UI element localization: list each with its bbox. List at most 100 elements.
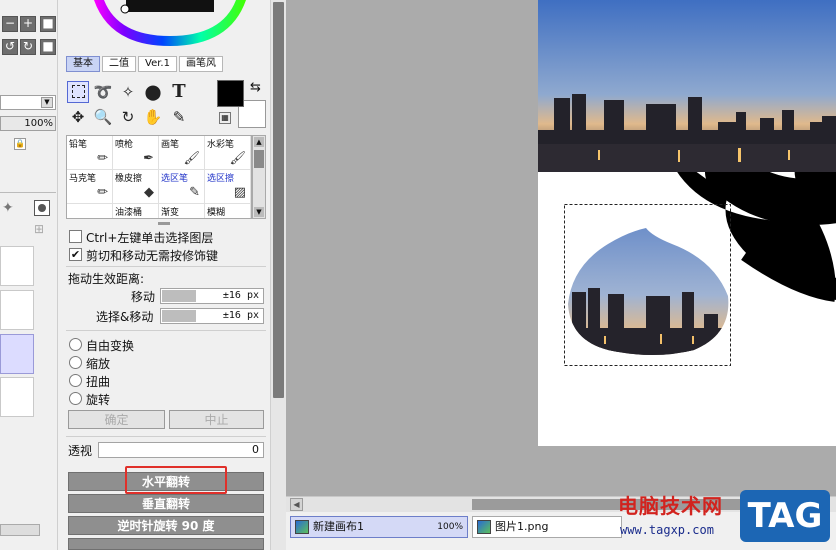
text-icon[interactable]: T [168, 81, 190, 103]
canvas-area[interactable] [286, 0, 836, 496]
tool-panel-scrollbar[interactable] [270, 0, 286, 550]
doc-tab-canvas1[interactable]: 新建画布1 100% [290, 516, 468, 538]
color-picker-icon[interactable]: ✎ [168, 106, 190, 128]
scale-radio[interactable] [69, 356, 82, 369]
layer-thumbnail[interactable] [0, 290, 34, 330]
layer-mask-icon[interactable] [34, 200, 50, 216]
brush-cell[interactable]: 橡皮擦 ◆ [113, 170, 159, 204]
zoom-icon[interactable]: 🔍 [92, 106, 114, 128]
watermark-url: www.tagxp.com [620, 523, 714, 537]
brush-scroll-grip[interactable] [254, 150, 264, 168]
rect-select-icon[interactable] [67, 81, 89, 103]
perspective-field[interactable]: 0 [98, 442, 264, 458]
lock-icon[interactable]: 🔒 [14, 138, 26, 150]
layer-scrollbar[interactable] [0, 524, 40, 536]
airbrush-icon: ✒ [143, 151, 154, 166]
rotate-icon[interactable]: ↻ [117, 106, 139, 128]
tool-tabs: 基本 二值 Ver.1 画笔风 [66, 56, 223, 72]
transparent-color-icon[interactable]: ▦ [219, 112, 231, 124]
free-transform-radio[interactable] [69, 338, 82, 351]
brush-cell[interactable]: 选区擦 ▨ [205, 170, 251, 204]
hand-icon[interactable]: ✋ [142, 106, 164, 128]
flip-vertical-button[interactable]: 垂直翻转 [68, 494, 264, 513]
ctrl-click-checkbox[interactable] [69, 230, 82, 243]
slider-fill [162, 290, 196, 302]
scroll-grip[interactable] [273, 2, 284, 398]
watermark-logo: TAG [740, 490, 830, 542]
watermark: 电脑技术网 www.tagxp.com TAG [610, 488, 836, 550]
swap-colors-icon[interactable]: ⇆ [250, 80, 261, 95]
divider [66, 436, 266, 437]
image-icon [477, 520, 491, 534]
brush-cell[interactable]: 水彩笔 🖌 [205, 136, 251, 170]
brush-label: 油漆桶 [115, 208, 143, 218]
tab-binary[interactable]: 二值 [102, 56, 136, 72]
plus-icon[interactable]: + [20, 16, 36, 32]
marker-icon: ✏ [97, 185, 108, 200]
resize-grip[interactable] [158, 222, 170, 225]
selection-pen-icon: ✎ [189, 185, 200, 200]
brush-label: 橡皮擦 [115, 174, 143, 184]
doc-tab-zoom: 100% [437, 522, 463, 532]
reset-icon[interactable]: ■ [40, 39, 56, 55]
primary-color-swatch[interactable] [217, 80, 244, 107]
tab-ver1[interactable]: Ver.1 [138, 56, 177, 72]
layer-thumbnail-selected[interactable] [0, 334, 34, 374]
chevron-down-icon: ▼ [41, 97, 53, 108]
move-distance-label: 移动 [131, 290, 156, 304]
more-transform-button[interactable] [68, 538, 264, 550]
brush-cell[interactable]: 画笔 🖌 [159, 136, 205, 170]
scale-label: 缩放 [86, 357, 111, 371]
brush-cell[interactable]: 选区笔 ✎ [159, 170, 205, 204]
cut-move-checkbox[interactable]: ✔ [69, 248, 82, 261]
chevron-down-icon: ▼ [254, 207, 264, 217]
magic-wand-icon[interactable]: ✧ [117, 81, 139, 103]
select-move-distance-label: 选择&移动 [96, 310, 154, 324]
brush-cell[interactable]: 马克笔 ✏ [67, 170, 113, 204]
tab-brush-style[interactable]: 画笔风 [178, 56, 223, 72]
confirm-button[interactable]: 确定 [68, 410, 165, 429]
square-icon[interactable]: ■ [40, 16, 56, 32]
distort-radio[interactable] [69, 374, 82, 387]
move-icon[interactable]: ✥ [67, 106, 89, 128]
move-distance-value: ±16 px [222, 290, 259, 301]
free-transform-label: 自由变换 [86, 339, 135, 353]
layer-panel: − + ■ ↺ ↻ ■ ▼ 100% 🔒 ✦ ⊞ [0, 0, 58, 550]
watercolor-icon: 🖌 [229, 151, 246, 166]
rotate-right-icon[interactable]: ↻ [20, 39, 36, 55]
brush-label: 选区笔 [161, 174, 189, 184]
brush-cell[interactable] [67, 204, 113, 218]
move-distance-slider[interactable]: ±16 px [160, 288, 264, 304]
brush-cell[interactable]: 渐变 [159, 204, 205, 218]
lasso-icon[interactable]: ➰ [92, 81, 114, 103]
layer-fx-icon[interactable]: ✦ [2, 200, 14, 216]
select-move-distance-value: ±16 px [222, 310, 259, 321]
brush-cell[interactable]: 模糊 [205, 204, 251, 218]
brush-cell[interactable]: 油漆桶 [113, 204, 159, 218]
chevron-left-icon[interactable]: ◀ [290, 498, 303, 511]
rotate-left-icon[interactable]: ↺ [2, 39, 18, 55]
doc-tab-picture1[interactable]: 图片1.png [472, 516, 622, 538]
cancel-button[interactable]: 中止 [169, 410, 264, 429]
new-layer-icon[interactable]: ⊞ [34, 222, 50, 238]
brush-cell[interactable]: 铅笔 ✏ [67, 136, 113, 170]
rotate-ccw-90-button[interactable]: 逆时针旋转 90 度 [68, 516, 264, 535]
blend-mode-select[interactable]: ▼ [0, 95, 56, 110]
brush-label: 画笔 [161, 140, 180, 150]
brush-scrollbar[interactable]: ▲ ▼ [252, 135, 266, 219]
minus-icon[interactable]: − [2, 16, 18, 32]
brush-cell[interactable]: 喷枪 ✒ [113, 136, 159, 170]
layer-thumbnail[interactable] [0, 246, 34, 286]
eyedropper-select-icon[interactable]: ⬤ [142, 81, 164, 103]
highlight-box [125, 466, 227, 494]
select-move-distance-slider[interactable]: ±16 px [160, 308, 264, 324]
brush-grid: 铅笔 ✏ 喷枪 ✒ 画笔 🖌 水彩笔 🖌 马克笔 ✏ 橡皮擦 ◆ 选区笔 ✎ 选区擦 ▨ 油漆桶 渐变 模糊 [66, 135, 252, 219]
divider [0, 192, 56, 193]
layer-thumbnail[interactable] [0, 377, 34, 417]
color-wheel[interactable] [90, 0, 250, 48]
opacity-field[interactable]: 100% [0, 116, 56, 131]
doc-tab-title: 新建画布1 [313, 520, 364, 533]
rotate-radio[interactable] [69, 392, 82, 405]
canvas-paper[interactable] [538, 0, 836, 446]
tab-basic[interactable]: 基本 [66, 56, 100, 72]
